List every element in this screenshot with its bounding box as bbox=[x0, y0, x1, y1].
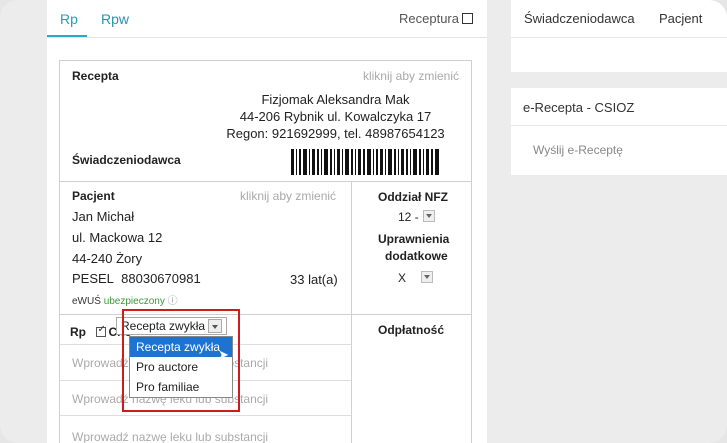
tab-bar: Rp Rpw Receptura bbox=[47, 0, 487, 38]
tab-rpw[interactable]: Rpw bbox=[101, 11, 129, 27]
pesel-label: PESEL bbox=[72, 271, 114, 286]
rights-value: X bbox=[398, 271, 407, 285]
mouse-cursor-icon: ➤ bbox=[218, 347, 229, 362]
ewus-status-row: eWUŚ ubezpieczony ⓘ bbox=[72, 292, 178, 307]
erecepta-title: e-Recepta - CSIOZ bbox=[523, 100, 635, 115]
receptura-toggle[interactable]: Receptura bbox=[399, 11, 473, 26]
payment-label: Odpłatność bbox=[378, 323, 445, 337]
card-divider bbox=[511, 37, 727, 38]
tab-provider[interactable]: Świadczeniodawca bbox=[524, 11, 635, 26]
patient-street: ul. Mackowa 12 bbox=[72, 230, 163, 245]
pesel-row: PESEL 88030670981 bbox=[72, 271, 201, 286]
app-frame: Rp Rpw Receptura Recepta kliknij aby zmi… bbox=[0, 0, 727, 443]
receptura-label: Receptura bbox=[399, 11, 459, 26]
doctor-address: 44-206 Rybnik ul. Kowalczyka 17 bbox=[239, 109, 432, 124]
pesel-value: 88030670981 bbox=[121, 271, 201, 286]
rp-divider bbox=[351, 315, 352, 443]
erecepta-card: e-Recepta - CSIOZ Wyślij e-Receptę bbox=[511, 88, 727, 175]
regon-line: Regon: 921692999, tel. 48987654123 bbox=[226, 126, 445, 141]
option-pro-familiae[interactable]: Pro familiae bbox=[130, 377, 232, 397]
option-pro-auctore[interactable]: Pro auctore bbox=[130, 357, 232, 377]
prescription-type-dropdown[interactable]: Recepta zwykła Pro auctore Pro familiae bbox=[129, 336, 233, 398]
drug-input-3[interactable]: Wprowadź nazwę leku lub substancji bbox=[72, 430, 268, 443]
info-icon[interactable]: ⓘ bbox=[168, 296, 178, 307]
chevron-down-icon[interactable] bbox=[422, 210, 435, 222]
receptura-checkbox[interactable] bbox=[462, 13, 473, 24]
card-divider bbox=[511, 125, 727, 126]
rp-label: Rp bbox=[70, 325, 86, 339]
patient-name: Jan Michał bbox=[72, 209, 135, 224]
prescription-panel: Rp Rpw Receptura Recepta kliknij aby zmi… bbox=[47, 0, 487, 443]
tab-active-indicator bbox=[47, 35, 87, 37]
patient-title: Pacjent bbox=[72, 189, 115, 203]
rights-title-2: dodatkowe bbox=[385, 249, 448, 263]
provider-patient-card: Świadczeniodawca Pacjent bbox=[511, 0, 727, 72]
send-erecepta-button[interactable]: Wyślij e-Receptę bbox=[533, 143, 623, 157]
nfz-value: 12 - bbox=[398, 210, 419, 224]
cito-checkbox[interactable] bbox=[96, 324, 107, 337]
patient-section: Pacjent kliknij aby zmienić Jan Michał u… bbox=[60, 182, 471, 315]
option-recepta-zwykla[interactable]: Recepta zwykła bbox=[130, 337, 232, 357]
recepta-section[interactable]: Recepta kliknij aby zmienić Fizjomak Ale… bbox=[60, 61, 471, 182]
nfz-select[interactable]: 12 - bbox=[398, 210, 435, 224]
recepta-change-hint[interactable]: kliknij aby zmienić bbox=[363, 69, 459, 83]
patient-divider bbox=[351, 182, 352, 315]
doctor-name: Fizjomak Aleksandra Mak bbox=[261, 92, 410, 107]
patient-change-hint[interactable]: kliknij aby zmienić bbox=[240, 189, 336, 203]
tab-patient[interactable]: Pacjent bbox=[659, 11, 702, 26]
tab-rp[interactable]: Rp bbox=[60, 11, 78, 27]
drug-row-divider bbox=[60, 415, 351, 416]
patient-age: 33 lat(a) bbox=[290, 272, 338, 287]
ewus-status: ubezpieczony bbox=[103, 296, 165, 307]
barcode-image bbox=[291, 149, 439, 175]
nfz-title: Oddział NFZ bbox=[378, 190, 448, 204]
rights-title-1: Uprawnienia bbox=[378, 232, 450, 246]
rights-select-chevron-icon[interactable] bbox=[421, 271, 433, 283]
ewus-label: eWUŚ bbox=[72, 296, 101, 307]
patient-city: 44-240 Żory bbox=[72, 251, 143, 266]
recepta-title: Recepta bbox=[72, 69, 119, 83]
prescription-form: Recepta kliknij aby zmienić Fizjomak Ale… bbox=[59, 60, 472, 443]
provider-label: Świadczeniodawca bbox=[72, 153, 181, 167]
